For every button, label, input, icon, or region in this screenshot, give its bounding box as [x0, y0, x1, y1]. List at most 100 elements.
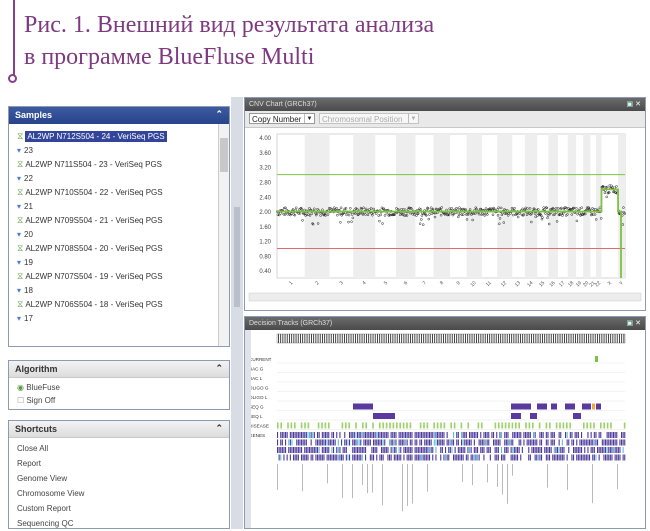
cnv-chart[interactable]: 4.00 3.60 3.20 2.80 2.40 2.00 1.60 1.20 0.80 0.40… [245, 128, 645, 310]
chevron-down-icon[interactable]: ▼ [304, 114, 314, 123]
shortcuts-header[interactable]: Shortcuts ⌃ [9, 421, 229, 438]
sample-group[interactable]: ▾ 20 [9, 227, 229, 241]
x-tick-label: 22 [594, 280, 602, 288]
chromosome-ideogram [276, 333, 626, 344]
sample-group[interactable]: ▾ 23 [9, 143, 229, 157]
sample-label: 22 [24, 173, 33, 183]
sample-label: 20 [24, 229, 33, 239]
sample-group[interactable]: ▾ 21 [9, 199, 229, 213]
algorithm-option-label: Sign Off [26, 396, 56, 405]
samples-title: Samples [15, 110, 53, 120]
sample-group[interactable]: ▾ 17 [9, 311, 229, 325]
algorithm-option[interactable]: ☐ Sign Off [9, 394, 229, 407]
sample-label: 21 [24, 201, 33, 211]
samples-scrollbar[interactable] [218, 124, 229, 346]
shortcuts-title: Shortcuts [15, 424, 58, 434]
shortcut-link[interactable]: Chromosome View [9, 486, 229, 501]
sample-group[interactable]: ▾ 19 [9, 255, 229, 269]
decision-tracks[interactable]: CURRENT BAC G BAC L OLIGO G OLIGO L SEQ G SEQ … [245, 330, 645, 528]
sample-icon: ⧖ [17, 214, 24, 225]
x-tick-label: 1 [288, 280, 294, 286]
samples-list: ⧖ AL2WP N712S504 - 24 - VeriSeq PGS ▾ 23 ⧖ AL… [9, 124, 229, 325]
view-select[interactable]: Copy Number ▼ [249, 113, 315, 124]
horizontal-scrollbar[interactable] [248, 292, 642, 302]
close-icon[interactable]: ✕ [635, 101, 641, 108]
panel-splitter[interactable] [231, 97, 243, 529]
y-tick-label: 4.00 [259, 136, 271, 142]
chromosome-band [583, 134, 591, 278]
sample-label: 17 [24, 313, 33, 323]
sample-label: 19 [24, 257, 33, 267]
shortcut-link[interactable]: Custom Report [9, 501, 229, 516]
sample-item[interactable]: ⧖ AL2WP N710S504 - 22 - VeriSeq PGS [9, 185, 229, 199]
expand-icon[interactable]: ▾ [17, 174, 21, 183]
expand-icon[interactable]: ▾ [17, 314, 21, 323]
sample-label: AL2WP N708S504 - 20 - VeriSeq PGS [25, 243, 163, 253]
x-tick-label: 12 [500, 280, 508, 288]
expand-icon[interactable]: ▾ [17, 286, 21, 295]
seq-gain-block [537, 403, 547, 410]
chromosome-band [304, 134, 330, 278]
track-label: SEQ G [249, 405, 264, 410]
sample-item[interactable]: ⧖ AL2WP N709S504 - 21 - VeriSeq PGS [9, 213, 229, 227]
x-tick-label: 10 [469, 280, 477, 288]
sample-item[interactable]: ⧖ AL2WP N712S504 - 24 - VeriSeq PGS [9, 129, 229, 143]
chromosome-band [524, 134, 538, 278]
sample-icon: ⧖ [17, 242, 24, 253]
track-label: BAC L [249, 376, 263, 381]
shortcut-link[interactable]: Close All [9, 441, 229, 456]
scrollbar-thumb[interactable] [220, 138, 228, 172]
x-tick-label: 11 [485, 280, 493, 288]
samples-header[interactable]: Samples ⌃ [9, 107, 229, 124]
collapse-icon[interactable]: ⌃ [215, 109, 223, 120]
close-icon[interactable]: ✕ [635, 320, 641, 327]
sample-label: AL2WP N706S504 - 18 - VeriSeq PGS [25, 299, 163, 309]
sample-label: AL2WP N712S504 - 24 - VeriSeq PGS [25, 130, 167, 142]
sample-item[interactable]: ⧖ AL2WP N711S504 - 23 - VeriSeq PGS [9, 157, 229, 171]
shortcut-link[interactable]: Genome View [9, 471, 229, 486]
expand-icon[interactable]: ▾ [17, 258, 21, 267]
cnv-title: CNV Chart (GRCh37) [249, 101, 317, 108]
collapse-icon[interactable]: ⌃ [215, 363, 223, 374]
x-tick-label: 13 [514, 280, 522, 288]
tracks-window-titlebar[interactable]: Decision Tracks (GRCh37) ▣ ✕ [245, 317, 645, 330]
track-label: DISEASE [249, 424, 269, 429]
tracks-splitter[interactable] [245, 330, 251, 528]
y-tick-label: 1.60 [259, 225, 271, 231]
chromosome-band [353, 134, 376, 278]
x-tick-label: 9 [456, 280, 462, 286]
dock-icon[interactable]: ▣ [627, 320, 634, 327]
sample-icon: ⧖ [17, 130, 24, 141]
x-tick-label: 8 [439, 280, 445, 286]
expand-icon[interactable]: ▾ [17, 202, 21, 211]
position-select[interactable]: Chromosomal Position ▼ [319, 113, 419, 124]
algorithm-title: Algorithm [15, 364, 58, 374]
x-tick-label: 5 [383, 280, 389, 286]
y-tick-label: 3.20 [259, 166, 271, 172]
expand-icon[interactable]: ▾ [17, 230, 21, 239]
dock-icon[interactable]: ▣ [627, 101, 634, 108]
algorithm-option[interactable]: ◉ BlueFuse [9, 381, 229, 394]
radio-selected-icon[interactable]: ◉ [17, 383, 26, 392]
splitter-grip[interactable] [234, 207, 240, 307]
chevron-down-icon[interactable]: ▼ [408, 114, 418, 123]
cnv-window-titlebar[interactable]: CNV Chart (GRCh37) ▣ ✕ [245, 98, 645, 111]
sample-item[interactable]: ⧖ AL2WP N706S504 - 18 - VeriSeq PGS [9, 297, 229, 311]
checkbox-icon[interactable]: ☐ [17, 396, 26, 405]
sample-group[interactable]: ▾ 22 [9, 171, 229, 185]
sample-item[interactable]: ⧖ AL2WP N707S504 - 19 - VeriSeq PGS [9, 269, 229, 283]
sample-item[interactable]: ⧖ AL2WP N708S504 - 20 - VeriSeq PGS [9, 241, 229, 255]
seq-gain-block [353, 403, 373, 410]
algorithm-header[interactable]: Algorithm ⌃ [9, 361, 229, 378]
collapse-icon[interactable]: ⌃ [215, 423, 223, 434]
chromosome-band [497, 134, 513, 278]
shortcut-link[interactable]: Report [9, 456, 229, 471]
x-tick-label: 4 [361, 280, 367, 286]
sample-group[interactable]: ▾ 18 [9, 283, 229, 297]
x-tick-label: 17 [558, 280, 566, 288]
chromosome-band [396, 134, 416, 278]
track-label: OLIGO L [249, 395, 268, 400]
algorithm-options: ◉ BlueFuse ☐ Sign Off [9, 378, 229, 407]
expand-icon[interactable]: ▾ [17, 146, 21, 155]
track-label: SEQ L [249, 414, 263, 419]
